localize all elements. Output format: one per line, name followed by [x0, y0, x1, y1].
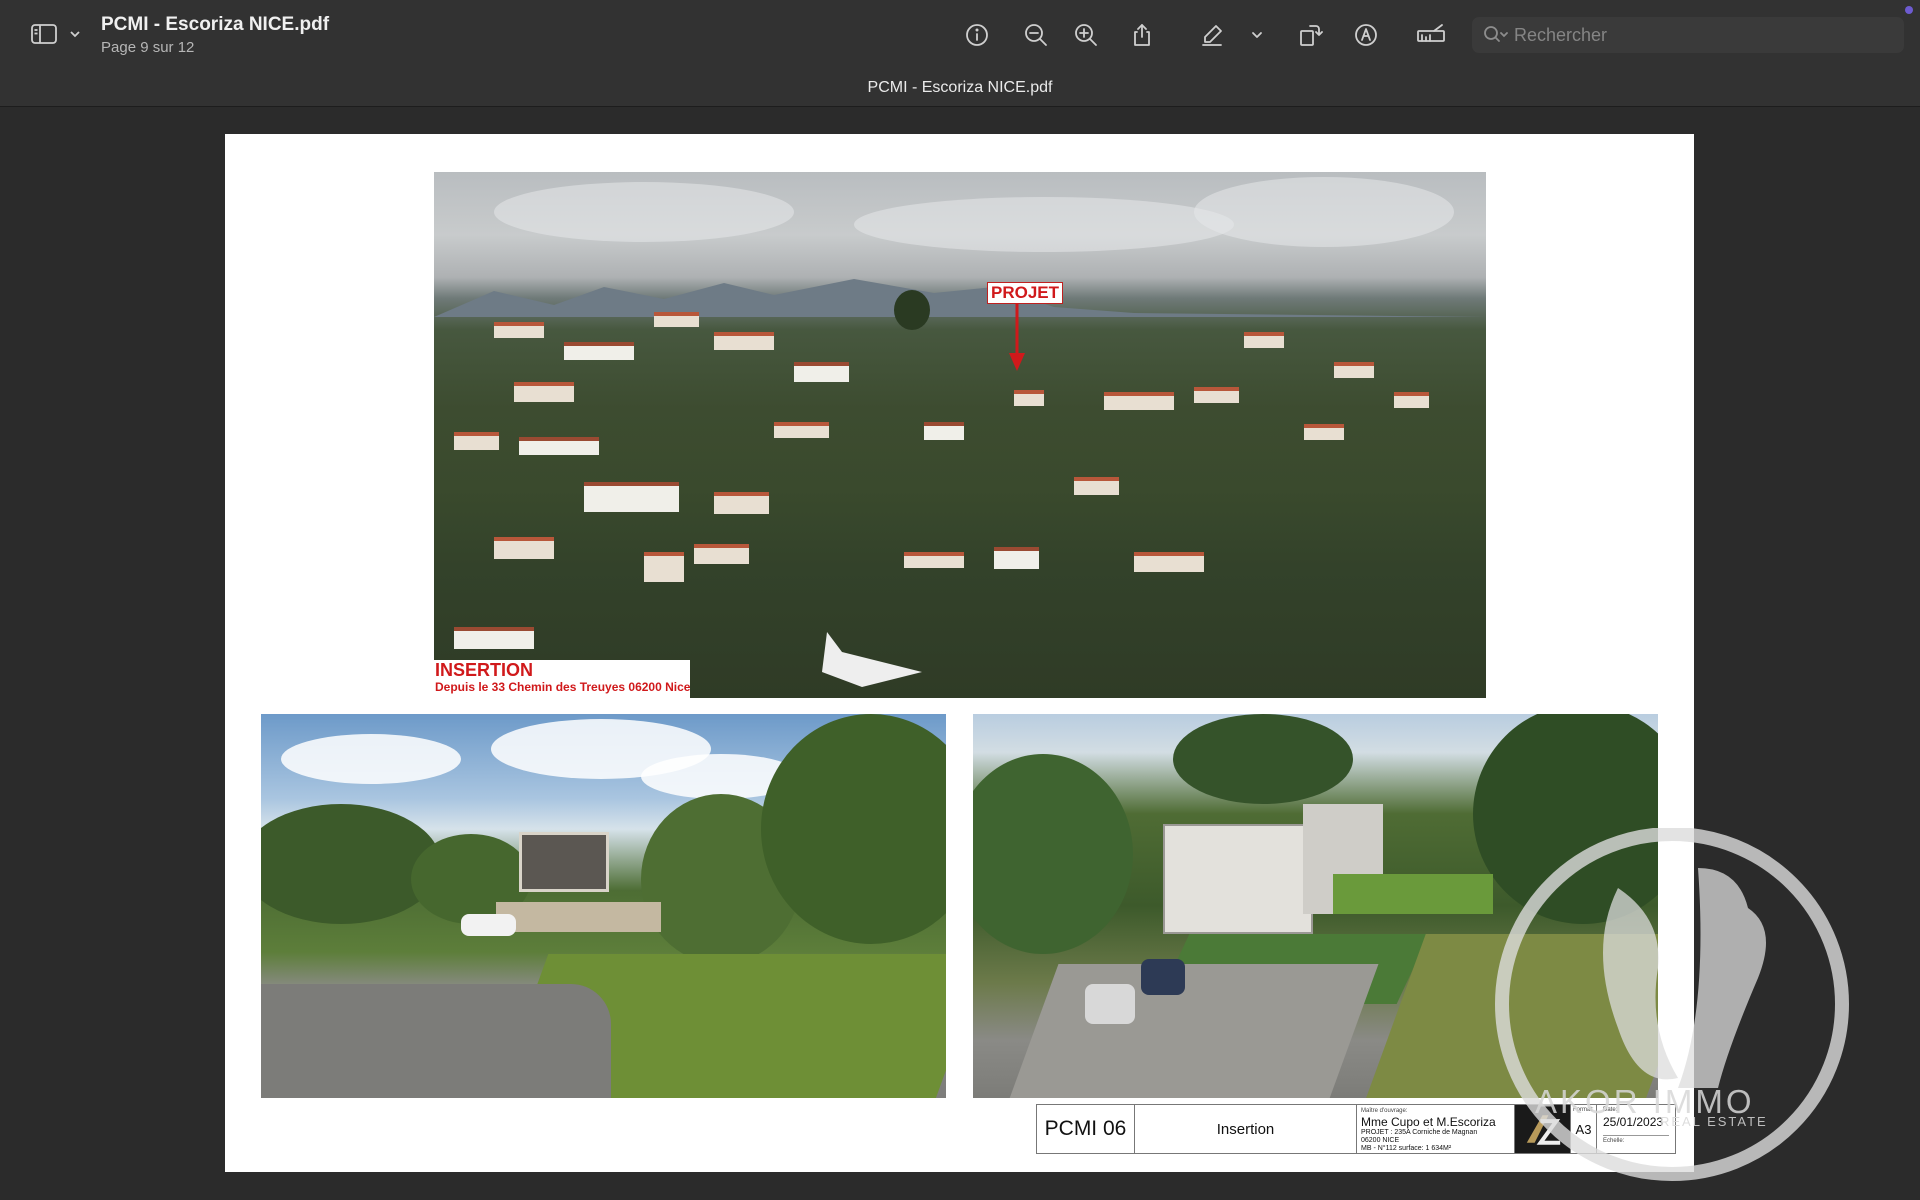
document-title: PCMI - Escoriza NICE.pdf — [101, 14, 330, 35]
highlight-pen-icon — [1202, 25, 1222, 46]
page-indicator: Page 9 sur 12 — [101, 39, 195, 56]
search-input[interactable] — [1514, 24, 1874, 46]
toolbar: PCMI - Escoriza NICE.pdf Page 9 sur 12 — [0, 0, 1920, 70]
render-aerial-view — [973, 714, 1658, 1098]
status-indicator — [1905, 6, 1913, 14]
render-street-view — [261, 714, 946, 1098]
owner-info: Maître d'ouvrage: Mme Cupo et M.Escoriza… — [1357, 1105, 1515, 1153]
foreground-structure — [822, 632, 922, 687]
info-icon — [966, 24, 988, 46]
highlight-button[interactable] — [1196, 19, 1228, 51]
drawing-code: PCMI 06 — [1037, 1105, 1135, 1153]
parcel-info: MB - N°112 surface: 1 634M² — [1361, 1145, 1452, 1152]
zoom-in-button[interactable] — [1070, 19, 1102, 51]
zoom-out-icon — [1025, 24, 1047, 46]
watermark-tagline: REAL ESTATE — [1660, 1114, 1768, 1129]
owner-label: Maître d'ouvrage: — [1361, 1108, 1408, 1114]
tab-title[interactable]: PCMI - Escoriza NICE.pdf — [0, 79, 1920, 97]
tab-bar: PCMI - Escoriza NICE.pdf — [0, 70, 1920, 107]
chevron-down-icon[interactable] — [68, 27, 82, 46]
insertion-subtitle: Depuis le 33 Chemin des Treuyes 06200 Ni… — [435, 680, 691, 694]
project-city: 06200 NICE — [1361, 1137, 1400, 1144]
chevron-down-icon — [1252, 32, 1262, 38]
projet-arrow-icon — [1009, 303, 1025, 371]
zoom-in-icon — [1075, 24, 1097, 46]
markup-button[interactable] — [1350, 19, 1382, 51]
zoom-out-button[interactable] — [1020, 19, 1052, 51]
markup-icon — [1355, 24, 1377, 46]
drawing-name: Insertion — [1135, 1105, 1357, 1153]
insertion-caption: INSERTION Depuis le 33 Chemin des Treuye… — [434, 660, 690, 698]
aerial-photo: PROJET INSERTION Depuis le 33 Chemin des… — [434, 172, 1486, 698]
document-title-block: PCMI - Escoriza NICE.pdf Page 9 sur 12 — [101, 14, 329, 56]
pdf-page[interactable]: PROJET INSERTION Depuis le 33 Chemin des… — [225, 134, 1694, 1172]
document-canvas[interactable]: PROJET INSERTION Depuis le 33 Chemin des… — [0, 108, 1920, 1200]
project-address: PROJET : 235A Corniche de Magnan — [1361, 1129, 1478, 1136]
format-value: A3 — [1575, 1121, 1592, 1137]
sidebar-icon — [30, 22, 58, 51]
sidebar-toggle-button[interactable] — [30, 22, 82, 51]
scale-label: Echelle: — [1603, 1135, 1669, 1144]
redact-icon — [1417, 24, 1445, 42]
highlight-options-button[interactable] — [1241, 19, 1273, 51]
rotate-button[interactable] — [1294, 19, 1326, 51]
share-button[interactable] — [1126, 19, 1158, 51]
info-button[interactable] — [961, 19, 993, 51]
projet-label: PROJET — [987, 282, 1064, 304]
search-icon — [1484, 26, 1508, 42]
share-icon — [1134, 24, 1150, 46]
insertion-title: INSERTION — [435, 660, 534, 680]
rotate-icon — [1300, 25, 1323, 46]
redact-button[interactable] — [1412, 19, 1450, 51]
search-field[interactable] — [1472, 17, 1904, 53]
owner-name: Mme Cupo et M.Escoriza — [1361, 1115, 1496, 1129]
